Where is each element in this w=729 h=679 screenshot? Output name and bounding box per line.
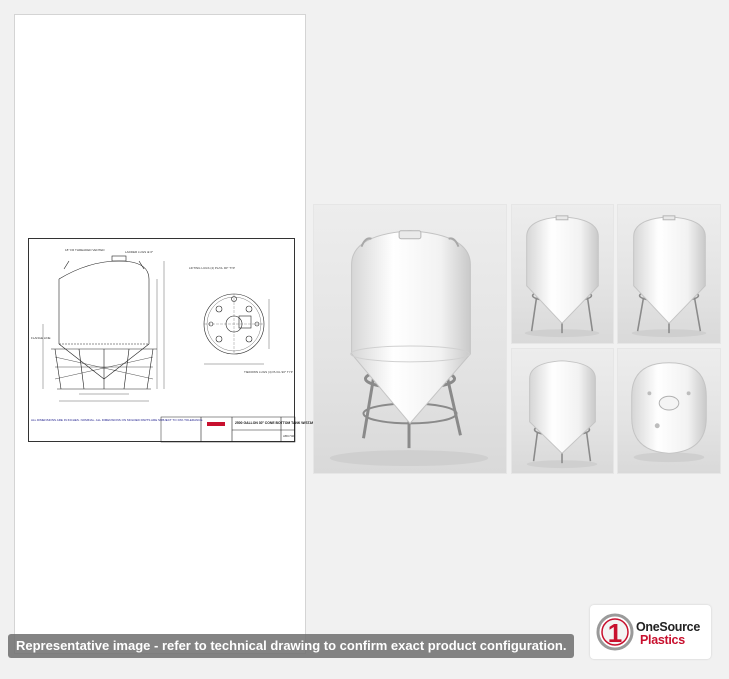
tank-front-view-icon [329, 230, 489, 467]
callout-flange-line: FLANGE LINE [31, 336, 51, 340]
product-photo-2[interactable] [511, 204, 614, 344]
logo-text-onesource: OneSource [636, 620, 700, 634]
tank-side-view-icon [526, 360, 598, 469]
callout-ladder-lugs: LADDER LUGS ⊕ 0° [125, 250, 154, 254]
product-photo-5[interactable] [617, 348, 721, 474]
title-block-title: 2500 GALLON 30° CONE BOTTOM TANK W/STAND [235, 421, 317, 425]
product-photo-3[interactable] [617, 204, 721, 344]
callout-tiedown-lugs: TIEDOWN LUGS (4) PL/CL 90° TYP [244, 370, 293, 374]
drawing-notes: ALL DIMENSIONS ARE IN INCHES. NOMINAL. A… [31, 418, 204, 422]
logo-text-plastics: Plastics [640, 633, 685, 647]
callout-lifting-lugs: LIFTING LUGS (4) PL/CL 90° TYP [189, 266, 236, 270]
logo-numeral: 1 [608, 618, 622, 648]
tank-top-view-icon [631, 362, 707, 463]
product-photo-main[interactable] [313, 204, 507, 474]
technical-drawing-sheet[interactable]: 18" FR THREADED VENTED LADDER LUGS ⊕ 0° … [14, 14, 317, 654]
disclaimer-caption: Representative image - refer to technica… [8, 634, 575, 658]
product-photo-4[interactable] [511, 348, 614, 474]
callout-threaded-vented: 18" FR THREADED VENTED [65, 248, 105, 252]
tank-side-view-icon [524, 215, 600, 338]
tank-side-view-icon [631, 215, 707, 338]
onesource-plastics-logo[interactable]: 1 OneSource Plastics [590, 605, 711, 659]
logo-emblem-icon: 1 [596, 613, 634, 651]
technical-drawing: 18" FR THREADED VENTED LADDER LUGS ⊕ 0° … [28, 238, 317, 443]
drawing-linework [42, 255, 296, 443]
title-block-number: ABC740 [283, 434, 295, 438]
